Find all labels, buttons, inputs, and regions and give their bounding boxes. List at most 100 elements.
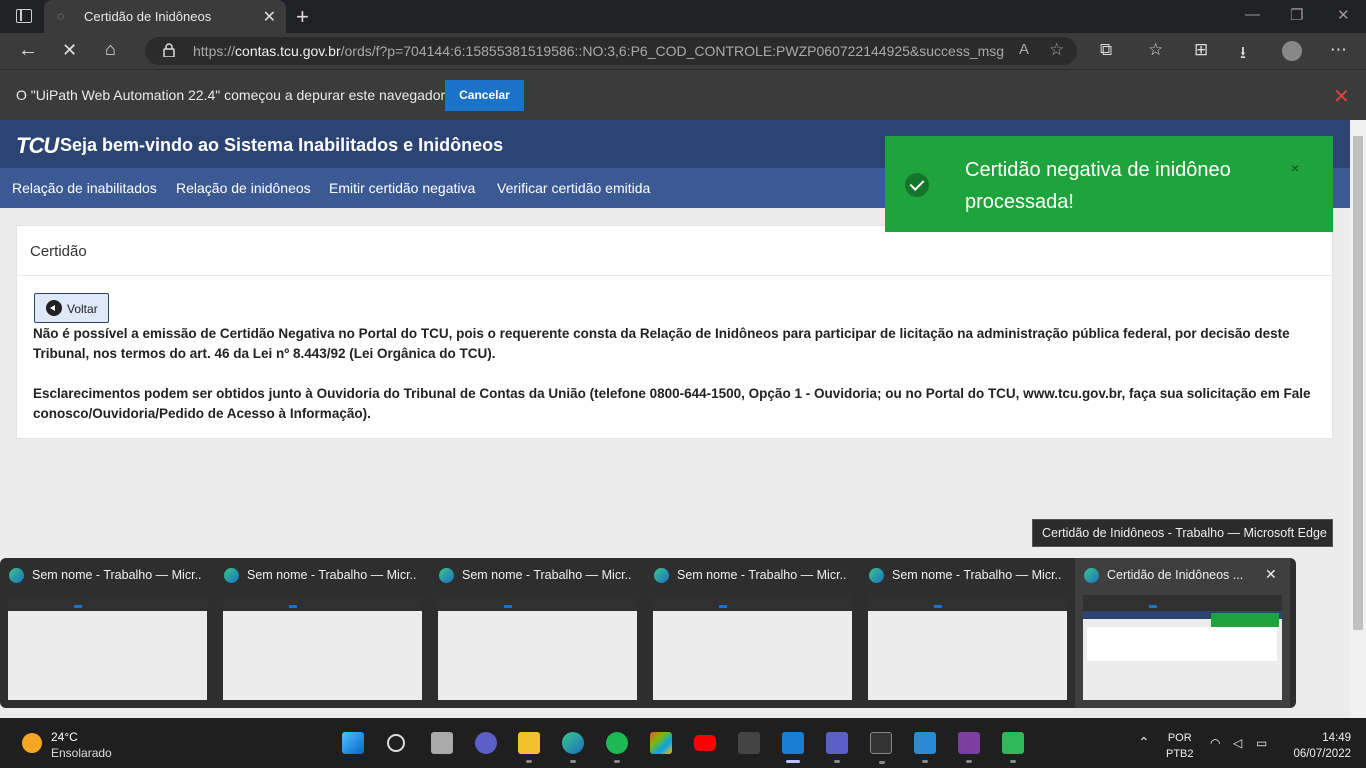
panel-title: Certidão	[30, 243, 87, 260]
more-menu-icon[interactable]: ⋯	[1330, 40, 1347, 60]
nav-relacao-inabilitados[interactable]: Relação de inabilitados	[12, 180, 157, 196]
edge-icon	[654, 568, 669, 583]
favorites-icon[interactable]: ☆	[1148, 40, 1163, 60]
language-indicator[interactable]: POR PTB2	[1166, 730, 1194, 762]
back-button-label: Voltar	[67, 302, 98, 316]
nav-verificar-certidao[interactable]: Verificar certidão emitida	[497, 180, 650, 196]
store-icon[interactable]	[650, 732, 672, 754]
terminal-icon[interactable]	[870, 732, 892, 764]
edge-icon	[9, 568, 24, 583]
clock-date: 06/07/2022	[1293, 748, 1351, 760]
tray-overflow-icon[interactable]: ⌃	[1138, 734, 1150, 751]
uipath-assistant-icon[interactable]	[958, 732, 980, 763]
wifi-icon[interactable]: ◠	[1210, 736, 1220, 750]
back-button[interactable]: Voltar	[34, 293, 109, 323]
thumbnail-title: Certidão de Inidôneos ...	[1107, 568, 1244, 582]
clock-time: 14:49	[1322, 732, 1351, 744]
tab-actions-icon[interactable]	[16, 9, 32, 23]
tcu-logo: TCU	[16, 133, 59, 158]
task-view-icon[interactable]	[431, 732, 453, 754]
uipath-studio-icon[interactable]	[782, 732, 804, 763]
extensions-icon[interactable]: ⧉	[1100, 40, 1112, 60]
app-m-icon[interactable]	[738, 732, 760, 754]
infobar-close-icon[interactable]: ✕	[1333, 84, 1350, 109]
toast-close-icon[interactable]: ×	[1291, 160, 1299, 176]
start-icon[interactable]	[342, 732, 364, 754]
weather-description[interactable]: Ensolarado	[51, 746, 112, 760]
collections-icon[interactable]: ⊞	[1194, 40, 1208, 60]
minimize-icon[interactable]: —	[1245, 6, 1260, 23]
arrow-left-circle-icon	[46, 300, 62, 316]
weather-temperature[interactable]: 24°C	[51, 730, 78, 744]
result-paragraph: Não é possível a emissão de Certidão Neg…	[33, 326, 1290, 361]
cancel-debug-button[interactable]: Cancelar	[445, 80, 524, 111]
debug-message: O "UiPath Web Automation 22.4" começou a…	[16, 87, 446, 103]
taskbar-thumbnails: Sem nome - Trabalho — Micr... Sem nome -…	[0, 558, 1296, 708]
profile-avatar[interactable]	[1282, 41, 1302, 61]
thumbnail-window[interactable]: Sem nome - Trabalho — Micr...	[215, 558, 430, 708]
toast-message: Certidão negativa de inidôneo processada…	[965, 159, 1231, 213]
sun-icon[interactable]	[22, 733, 42, 753]
tab-close-icon[interactable]: ✕	[263, 7, 276, 27]
thumbnail-preview	[1083, 595, 1282, 700]
window-close-icon[interactable]: ✕	[1337, 6, 1350, 24]
spotify-icon[interactable]	[606, 732, 628, 763]
chat-icon[interactable]	[475, 732, 497, 754]
downloads-icon[interactable]: ⭳	[1240, 40, 1246, 69]
certidao-panel: Certidão Voltar Não é possível a emissão…	[16, 225, 1333, 439]
thumbnail-window[interactable]: Sem nome - Trabalho — Micr...	[645, 558, 860, 708]
back-icon[interactable]: ←	[18, 39, 38, 62]
thumbnail-preview	[223, 595, 422, 700]
favorite-add-icon[interactable]: ☆	[1049, 40, 1064, 60]
battery-icon[interactable]: ▭	[1256, 736, 1267, 750]
clock[interactable]: 14:49 06/07/2022	[1287, 730, 1351, 762]
thumbnail-preview	[868, 595, 1067, 700]
thumbnail-title: Sem nome - Trabalho — Micr...	[462, 568, 632, 582]
search-icon[interactable]	[387, 734, 405, 752]
nav-emitir-certidao[interactable]: Emitir certidão negativa	[329, 180, 475, 196]
browser-tab-active[interactable]: ◌ Certidão de Inidôneos ✕	[44, 0, 286, 33]
loading-spinner-icon: ◌	[57, 9, 65, 23]
youtube-icon[interactable]	[694, 735, 716, 751]
edge-icon	[1084, 568, 1099, 583]
thumbnail-preview	[438, 595, 637, 700]
vscode-icon[interactable]	[914, 732, 936, 763]
edge-icon	[869, 568, 884, 583]
thumbnail-title: Sem nome - Trabalho — Micr...	[32, 568, 202, 582]
teams-icon[interactable]	[826, 732, 848, 763]
file-explorer-icon[interactable]	[518, 732, 540, 763]
thumbnail-window[interactable]: Sem nome - Trabalho — Micr...	[860, 558, 1075, 708]
thumbnail-window[interactable]: Sem nome - Trabalho — Micr...	[0, 558, 215, 708]
info-paragraph: Esclarecimentos podem ser obtidos junto …	[33, 386, 1311, 421]
home-icon[interactable]: ⌂	[105, 39, 116, 60]
page-scrollbar[interactable]	[1350, 120, 1366, 718]
edge-icon[interactable]	[562, 732, 584, 763]
new-tab-icon[interactable]: +	[296, 4, 309, 30]
success-toast: Certidão negativa de inidôneo processada…	[885, 136, 1333, 232]
uipath-robot-icon[interactable]	[1002, 732, 1024, 763]
scrollbar-thumb[interactable]	[1353, 136, 1363, 630]
address-bar[interactable]: https://contas.tcu.gov.br/ords/f?p=70414…	[145, 37, 1077, 65]
thumbnail-title: Sem nome - Trabalho — Micr...	[247, 568, 417, 582]
panel-divider	[17, 275, 1332, 276]
page-content: TCU Seja bem-vindo ao Sistema Inabilitad…	[0, 120, 1350, 558]
nav-relacao-inidoneos[interactable]: Relação de inidôneos	[176, 180, 311, 196]
read-aloud-icon[interactable]: A	[1019, 41, 1029, 58]
url-text: https://contas.tcu.gov.br/ords/f?p=70414…	[193, 43, 1005, 59]
browser-tab-bar: ◌ Certidão de Inidôneos ✕ + — ❐ ✕	[0, 0, 1366, 33]
edge-icon	[224, 568, 239, 583]
thumbnail-preview	[653, 595, 852, 700]
thumbnail-title: Sem nome - Trabalho — Micr...	[677, 568, 847, 582]
address-toolbar: ← ✕ ⌂ https://contas.tcu.gov.br/ords/f?p…	[0, 33, 1366, 69]
keyboard-layout: PTB2	[1166, 748, 1194, 760]
thumbnail-window-active[interactable]: Certidão de Inidôneos ... ✕	[1075, 558, 1290, 708]
thumbnail-window[interactable]: Sem nome - Trabalho — Micr...	[430, 558, 645, 708]
site-title: Seja bem-vindo ao Sistema Inabilitados e…	[60, 135, 504, 155]
stop-loading-icon[interactable]: ✕	[62, 40, 77, 61]
thumbnail-close-icon[interactable]: ✕	[1265, 566, 1277, 583]
debug-infobar: O "UiPath Web Automation 22.4" começou a…	[0, 69, 1366, 120]
tab-title: Certidão de Inidôneos	[84, 9, 212, 24]
language-code: POR	[1167, 732, 1192, 744]
restore-icon[interactable]: ❐	[1290, 6, 1303, 24]
volume-icon[interactable]: ◁	[1233, 736, 1242, 750]
